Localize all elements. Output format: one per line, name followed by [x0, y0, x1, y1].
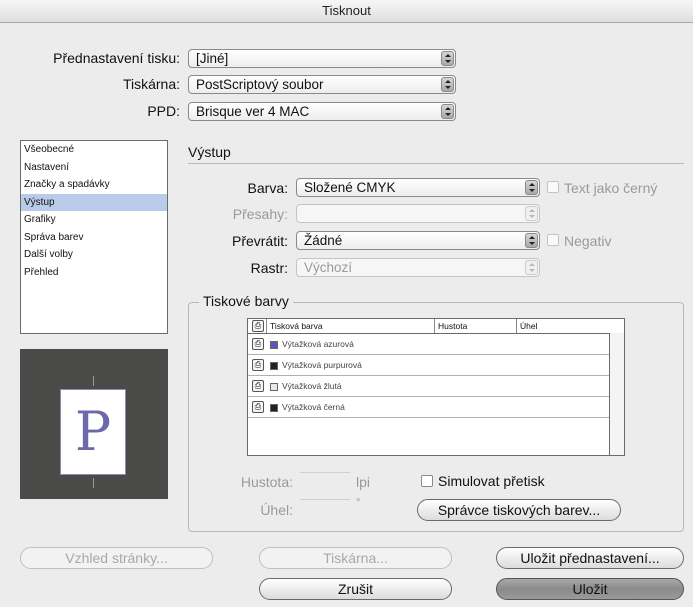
save-preset-button[interactable]: Uložit přednastavení...	[496, 547, 684, 569]
flip-value: Žádné	[304, 233, 343, 248]
sidebar-item-znacky[interactable]: Značky a spadávky	[21, 176, 167, 194]
sidebar-item-grafiky[interactable]: Grafiky	[21, 211, 167, 229]
preset-label: Přednastavení tisku:	[53, 50, 180, 66]
crop-mark	[93, 376, 94, 386]
cancel-button[interactable]: Zrušit	[259, 578, 452, 600]
ppd-label: PPD:	[147, 103, 180, 119]
text-black-checkbox[interactable]	[547, 181, 559, 193]
ink-name: Výtažková žlutá	[282, 381, 342, 391]
printer-button[interactable]: Tiskárna...	[259, 547, 452, 569]
ink-swatch	[270, 362, 278, 370]
color-label: Barva:	[247, 180, 288, 196]
ink-row[interactable]: ⎙ Výtažková azurová	[248, 334, 610, 355]
ppd-value: Brisque ver 4 MAC	[196, 104, 310, 119]
popup-arrows-icon	[441, 77, 454, 92]
print-icon[interactable]: ⎙	[252, 359, 264, 371]
print-icon: ⎙	[252, 320, 264, 332]
flip-popup[interactable]: Žádné	[296, 231, 540, 250]
frequency-field[interactable]	[300, 472, 350, 489]
preset-value: [Jiné]	[196, 51, 229, 66]
inks-table-header: ⎙ Tisková barva Hustota Úhel	[248, 319, 624, 334]
sidebar-item-dalsi-volby[interactable]: Další volby	[21, 246, 167, 264]
screening-label: Rastr:	[250, 260, 288, 276]
printer-popup[interactable]: PostScriptový soubor	[188, 75, 456, 94]
window-title: Tisknout	[0, 0, 693, 23]
page-preview: P	[20, 349, 168, 499]
ink-row[interactable]: ⎙ Výtažková purpurová	[248, 355, 610, 376]
popup-arrows-icon	[525, 233, 538, 248]
angle-field[interactable]	[300, 499, 350, 516]
save-button[interactable]: Uložit	[496, 578, 684, 600]
ink-row[interactable]: ⎙ Výtažková černá	[248, 397, 610, 418]
column-ink[interactable]: Tisková barva	[270, 319, 323, 333]
trapping-label: Přesahy:	[232, 206, 288, 222]
frequency-unit: lpi	[356, 474, 371, 490]
ppd-popup[interactable]: Brisque ver 4 MAC	[188, 102, 456, 121]
ink-manager-button[interactable]: Správce tiskových barev...	[417, 499, 621, 521]
print-icon[interactable]: ⎙	[252, 338, 264, 350]
preset-popup[interactable]: [Jiné]	[188, 49, 456, 68]
text-black-label: Text jako černý	[564, 180, 658, 196]
negative-checkbox[interactable]	[547, 234, 559, 246]
inks-group-title: Tiskové barvy	[199, 292, 293, 310]
popup-arrows-icon	[441, 104, 454, 119]
column-separator	[266, 319, 267, 333]
screening-value: Výchozí	[304, 260, 353, 275]
popup-arrows-icon	[525, 260, 538, 275]
sidebar-item-sprava-barev[interactable]: Správa barev	[21, 229, 167, 247]
angle-label: Úhel:	[260, 502, 293, 518]
page-setup-button[interactable]: Vzhled stránky...	[20, 547, 213, 569]
print-icon[interactable]: ⎙	[252, 380, 264, 392]
simulate-overprint-label: Simulovat přetisk	[438, 473, 545, 489]
color-popup[interactable]: Složené CMYK	[296, 178, 540, 197]
column-separator	[516, 319, 517, 333]
inks-table[interactable]: ⎙ Tisková barva Hustota Úhel ⎙ Výtažková…	[247, 318, 625, 456]
sidebar-item-vystup[interactable]: Výstup	[21, 193, 167, 211]
ink-swatch	[270, 341, 278, 349]
frequency-label: Hustota:	[240, 474, 293, 490]
category-list[interactable]: Všeobecné Nastavení Značky a spadávky Vý…	[20, 140, 168, 334]
negative-label: Negativ	[564, 233, 612, 249]
sidebar-item-prehled[interactable]: Přehled	[21, 264, 167, 282]
column-separator	[434, 319, 435, 333]
printer-label: Tiskárna:	[122, 76, 180, 92]
simulate-overprint-checkbox[interactable]	[421, 475, 433, 487]
screening-popup[interactable]: Výchozí	[296, 258, 540, 277]
preview-page: P	[60, 389, 126, 475]
flip-label: Převrátit:	[231, 233, 288, 249]
popup-arrows-icon	[525, 206, 538, 221]
ink-name: Výtažková černá	[282, 402, 345, 412]
print-icon[interactable]: ⎙	[252, 401, 264, 413]
sidebar-item-vseobecne[interactable]: Všeobecné	[21, 141, 167, 159]
ink-swatch	[270, 404, 278, 412]
color-value: Složené CMYK	[304, 180, 396, 195]
ink-row[interactable]: ⎙ Výtažková žlutá	[248, 376, 610, 397]
ink-name: Výtažková azurová	[282, 339, 354, 349]
inks-scrollbar[interactable]	[609, 333, 624, 455]
column-frequency[interactable]: Hustota	[438, 319, 467, 333]
crop-mark	[93, 478, 94, 488]
printer-value: PostScriptový soubor	[196, 77, 324, 92]
section-title: Výstup	[188, 144, 231, 160]
popup-arrows-icon	[441, 51, 454, 66]
column-angle[interactable]: Úhel	[520, 319, 537, 333]
trapping-popup[interactable]	[296, 204, 540, 223]
ink-swatch	[270, 383, 278, 391]
section-divider	[188, 163, 684, 164]
sidebar-item-nastaveni[interactable]: Nastavení	[21, 159, 167, 177]
angle-unit: °	[356, 497, 361, 509]
popup-arrows-icon	[525, 180, 538, 195]
ink-name: Výtažková purpurová	[282, 360, 362, 370]
